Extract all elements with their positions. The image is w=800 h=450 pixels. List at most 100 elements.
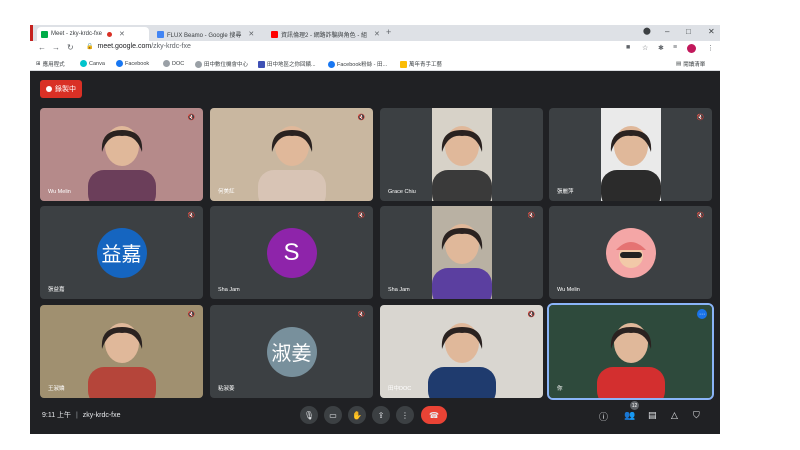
- camera-icon: ▭: [329, 410, 337, 420]
- participant-avatar: 益嘉: [96, 227, 147, 278]
- mic-muted-icon: 🔇: [527, 312, 535, 318]
- bookmark-facebook-fans[interactable]: Facebook粉絲 - 田...: [328, 60, 387, 68]
- participant-tile[interactable]: 🔇 Wu Melin: [40, 108, 203, 201]
- avatar-photo-icon: [615, 241, 646, 268]
- person-silhouette-icon: [432, 126, 492, 201]
- hand-icon: ✋: [352, 410, 362, 420]
- participant-video: [601, 108, 661, 201]
- google-favicon-icon: [157, 30, 164, 38]
- mic-muted-icon: 🔇: [696, 213, 704, 219]
- participant-name: 王淑嬌: [48, 386, 65, 392]
- activities-icon[interactable]: △: [671, 410, 678, 421]
- youtube-favicon-icon: [271, 30, 278, 38]
- bookmark-canva[interactable]: Canva: [80, 60, 105, 67]
- participant-video: [432, 206, 492, 299]
- participant-name: 張益嘉: [48, 287, 65, 293]
- doc-icon: [163, 60, 170, 67]
- close-tab-icon[interactable]: ✕: [248, 30, 254, 38]
- participant-tile[interactable]: 淑姜 🔇 粘淑姜: [210, 305, 373, 398]
- participant-name: 張麗萍: [557, 189, 574, 195]
- participant-name: 何美紅: [218, 189, 235, 195]
- participant-tile[interactable]: ⋯ 你: [547, 303, 714, 400]
- participant-video: [40, 108, 203, 201]
- mic-muted-icon: 🔇: [187, 115, 195, 121]
- tab-bar: Meet - zky-krdc-fxe ✕ FLUX Beamo - Googl…: [30, 25, 720, 41]
- participant-tile[interactable]: Grace Chiu: [380, 108, 543, 201]
- mic-muted-icon: 🔇: [187, 213, 195, 219]
- mic-muted-icon: 🔇: [357, 213, 365, 219]
- participant-tile[interactable]: 益嘉 🔇 張益嘉: [40, 206, 203, 299]
- bookmark-facebook[interactable]: Facebook: [116, 60, 149, 67]
- site-icon: [400, 60, 407, 68]
- close-window-button[interactable]: ✕: [708, 27, 715, 36]
- site-icon: [258, 60, 265, 68]
- people-icon[interactable]: 👥: [624, 410, 635, 421]
- tile-options-icon[interactable]: ⋯: [697, 309, 707, 319]
- meeting-info: 9:11 上午 | zky-krdc-fxe: [42, 412, 121, 419]
- bookmark-feedback[interactable]: 田中地區之你回饋...: [258, 60, 316, 68]
- tab-youtube[interactable]: 資訊倫理2 - 網路詐騙與角色 - 組 ✕: [267, 27, 382, 41]
- mic-muted-icon: 🔇: [696, 115, 704, 121]
- participant-name: Sha Jam: [388, 287, 410, 293]
- facebook-icon: [328, 60, 335, 68]
- media-queue-icon[interactable]: ≡: [673, 44, 677, 51]
- camera-button[interactable]: ▭: [324, 406, 342, 424]
- participant-name: 你: [557, 386, 563, 392]
- apps-grid-icon: ⊞: [36, 61, 41, 67]
- participant-tile[interactable]: 🔇 田中DOC: [380, 305, 543, 398]
- participant-video: [549, 305, 712, 398]
- raise-hand-button[interactable]: ✋: [348, 406, 366, 424]
- profile-icon[interactable]: ⬤: [643, 27, 651, 35]
- maximize-button[interactable]: □: [686, 27, 691, 36]
- extensions-icon[interactable]: ✱: [658, 44, 664, 52]
- participant-name: Wu Melin: [557, 287, 580, 293]
- close-tab-icon[interactable]: ✕: [119, 30, 125, 38]
- participant-tile[interactable]: 🔇 Wu Melin: [549, 206, 712, 299]
- participant-video: [432, 108, 492, 201]
- minimize-button[interactable]: –: [665, 27, 669, 36]
- participant-avatar: 淑姜: [266, 326, 317, 377]
- participant-tile[interactable]: S 🔇 Sha Jam: [210, 206, 373, 299]
- mic-button[interactable]: 🎙: [300, 406, 318, 424]
- reload-icon[interactable]: ↻: [67, 43, 74, 52]
- camera-in-use-icon[interactable]: ■: [626, 44, 630, 51]
- mic-muted-icon: 🔇: [357, 312, 365, 318]
- close-tab-icon[interactable]: ✕: [374, 30, 380, 38]
- mic-muted-icon: 🔇: [357, 115, 365, 121]
- person-silhouette-icon: [597, 323, 665, 398]
- participant-name: Wu Melin: [48, 189, 71, 195]
- new-tab-button[interactable]: +: [386, 27, 391, 37]
- bookmark-apps[interactable]: ⊞ 應用程式: [36, 60, 65, 68]
- profile-avatar[interactable]: [687, 44, 696, 53]
- bookmarks-bar: ⊞ 應用程式 Canva Facebook DOC 田中數位機會中心 田中地區之你…: [30, 57, 720, 71]
- more-options-button[interactable]: ⋮: [396, 406, 414, 424]
- meet-favicon-icon: [41, 30, 48, 38]
- leave-call-button[interactable]: ☎: [421, 406, 447, 424]
- participant-avatar: S: [266, 227, 317, 278]
- participant-tile[interactable]: 🔇 張麗萍: [549, 108, 712, 201]
- bookmark-digital-center[interactable]: 田中數位機會中心: [195, 60, 248, 68]
- participant-tile[interactable]: 🔇 何美紅: [210, 108, 373, 201]
- present-button[interactable]: ⇪: [372, 406, 390, 424]
- recording-badge: 錄製中: [40, 80, 82, 98]
- tab-google-search[interactable]: FLUX Beamo - Google 搜尋 ✕: [153, 27, 265, 41]
- bookmark-craft[interactable]: 萬年青手工藝: [400, 60, 442, 68]
- reading-list-button[interactable]: ▤ 閱讀清單: [676, 60, 705, 68]
- menu-kebab-icon[interactable]: ⋮: [707, 44, 714, 52]
- bookmark-star-icon[interactable]: ☆: [642, 44, 648, 52]
- facebook-icon: [116, 60, 123, 67]
- browser-window: Meet - zky-krdc-fxe ✕ FLUX Beamo - Googl…: [30, 25, 720, 434]
- address-bar[interactable]: 🔒 meet.google.com/zky-krdc-fxe: [86, 43, 191, 50]
- bookmark-doc[interactable]: DOC: [163, 60, 184, 67]
- forward-arrow-icon[interactable]: →: [52, 43, 60, 52]
- canva-icon: [80, 60, 87, 67]
- mic-muted-icon: 🔇: [527, 213, 535, 219]
- host-controls-icon[interactable]: ⛉: [693, 410, 700, 421]
- participant-tile[interactable]: 🔇 Sha Jam: [380, 206, 543, 299]
- meet-bottom-bar: 9:11 上午 | zky-krdc-fxe 🎙 ▭ ✋ ⇪ ⋮ ☎ ⓘ 12 …: [30, 398, 720, 434]
- meeting-details-icon[interactable]: ⓘ: [599, 410, 608, 423]
- chat-icon[interactable]: ▤: [648, 410, 657, 421]
- participant-tile[interactable]: 🔇 王淑嬌: [40, 305, 203, 398]
- tab-meet[interactable]: Meet - zky-krdc-fxe ✕: [37, 27, 149, 41]
- back-arrow-icon[interactable]: ←: [38, 43, 46, 52]
